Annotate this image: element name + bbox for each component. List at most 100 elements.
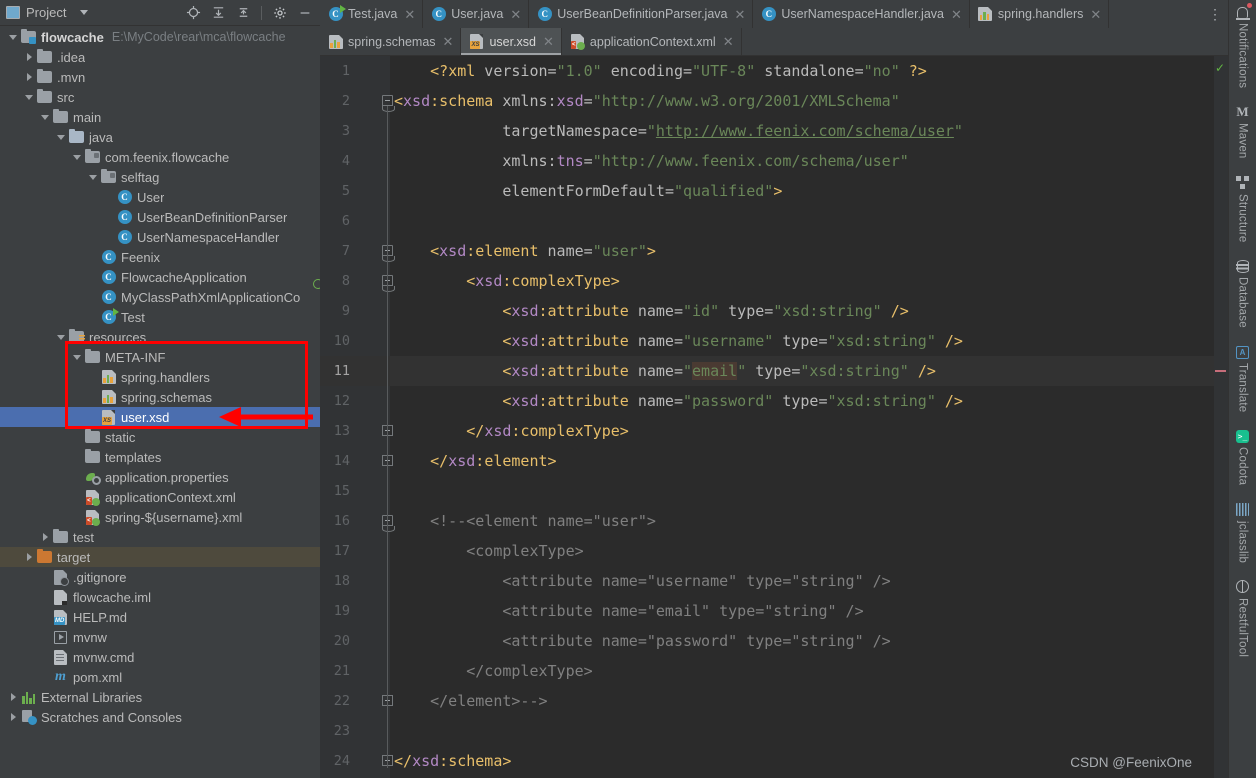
chevron-down-icon[interactable] [80,10,89,15]
close-icon[interactable]: ✕ [723,35,734,48]
tree-expander[interactable] [54,334,68,340]
tree-node-templates[interactable]: templates [0,447,320,467]
editor-tab-spring-schemas[interactable]: spring.schemas ✕ [320,28,462,55]
code-line[interactable] [390,476,1214,506]
line-number-gutter[interactable]: 1 2 3 4 5 6 7 8 9 10 11 12 13 14 15 16 17 18 19 20 21 22 23 24 [320,56,395,778]
tool-window-button-translate[interactable]: A Translate [1235,344,1251,412]
close-icon[interactable]: ✕ [735,8,746,21]
tree-node-myclasspathxmlapplicationco[interactable]: C MyClassPathXmlApplicationCo [0,287,320,307]
tree-node-mvnw-cmd[interactable]: mvnw.cmd [0,647,320,667]
tree-node-applicationcontext-xml[interactable]: < applicationContext.xml [0,487,320,507]
tree-node-flowcacheapplication[interactable]: C FlowcacheApplication [0,267,320,287]
locate-icon[interactable] [182,2,204,24]
tree-expander[interactable] [38,114,52,120]
tree-node-userbeandefinitionparser[interactable]: C UserBeanDefinitionParser [0,207,320,227]
tree-node-static[interactable]: static [0,427,320,447]
tree-node-spring-handlers[interactable]: spring.handlers [0,367,320,387]
editor-tab-spring-handlers[interactable]: spring.handlers ✕ [970,0,1110,28]
gear-icon[interactable] [269,2,291,24]
code-line[interactable]: <complexType> [390,536,1214,566]
tree-node--mvn[interactable]: .mvn [0,67,320,87]
minimize-icon[interactable] [294,2,316,24]
code-line[interactable]: <xsd:complexType> [390,266,1214,296]
close-icon[interactable]: ✕ [443,35,454,48]
tool-window-button-codota[interactable]: >_ Codota [1235,428,1251,486]
tree-node-application-properties[interactable]: application.properties [0,467,320,487]
tree-node-spring-schemas[interactable]: spring.schemas [0,387,320,407]
editor-tab-userbeandefinitionparser-java[interactable]: C UserBeanDefinitionParser.java ✕ [529,0,754,28]
code-line[interactable]: </complexType> [390,656,1214,686]
tree-expander[interactable] [22,94,36,100]
editor-tab-user-xsd[interactable]: XS user.xsd ✕ [461,28,562,55]
code-line[interactable] [390,206,1214,236]
tool-window-button-notifications[interactable]: Notifications [1235,3,1252,88]
tree-node-mvnw[interactable]: mvnw [0,627,320,647]
tree-node-target[interactable]: target [0,547,320,567]
tool-window-button-maven[interactable]: M Maven [1235,104,1251,159]
tree-node-user-xsd[interactable]: XS user.xsd [0,407,320,427]
tree-expander[interactable] [6,693,20,701]
tree-node-com-feenix-flowcache[interactable]: com.feenix.flowcache [0,147,320,167]
tree-node-java[interactable]: java [0,127,320,147]
tree-node-src[interactable]: src [0,87,320,107]
tool-window-button-database[interactable]: Database [1235,258,1251,328]
tree-node-user[interactable]: C User [0,187,320,207]
tool-window-button-restfultool[interactable]: RestfulTool [1235,579,1251,657]
tree-expander[interactable] [22,53,36,61]
close-icon[interactable]: ✕ [404,8,415,21]
tree-node-pom-xml[interactable]: m pom.xml [0,667,320,687]
code-line[interactable]: <attribute name="username" type="string"… [390,566,1214,596]
tree-node-meta-inf[interactable]: META-INF [0,347,320,367]
tree-node-external-libraries[interactable]: External Libraries [0,687,320,707]
tree-node--gitignore[interactable]: .gitignore [0,567,320,587]
tree-node-help-md[interactable]: MD HELP.md [0,607,320,627]
tree-node-test[interactable]: C Test [0,307,320,327]
close-icon[interactable]: ✕ [1090,8,1101,21]
tree-node-main[interactable]: main [0,107,320,127]
editor-tab-test-java[interactable]: C Test.java ✕ [320,0,424,28]
code-line[interactable]: <attribute name="email" type="string" /> [390,596,1214,626]
project-panel-title-group[interactable]: Project [6,5,89,20]
tree-expander[interactable] [22,73,36,81]
code-line[interactable]: </element>--> [390,686,1214,716]
inspection-ok-icon[interactable]: ✓ [1215,62,1225,74]
code-line[interactable]: <xsd:attribute name="id" type="xsd:strin… [390,296,1214,326]
tree-expander[interactable] [70,154,84,160]
code-line[interactable]: xmlns:tns="http://www.feenix.com/schema/… [390,146,1214,176]
code-line[interactable]: </xsd:element> [390,446,1214,476]
code-line[interactable]: targetNamespace="http://www.feenix.com/s… [390,116,1214,146]
code-line[interactable]: <!--<element name="user"> [390,506,1214,536]
tab-overflow-menu-icon[interactable]: ⋮ [1202,0,1228,28]
tool-window-button-structure[interactable]: Structure [1235,175,1251,242]
code-line[interactable]: <xsd:schema xmlns:xsd="http://www.w3.org… [390,86,1214,116]
tree-node-test[interactable]: test [0,527,320,547]
tree-node-resources[interactable]: resources [0,327,320,347]
code-line[interactable]: <?xml version="1.0" encoding="UTF-8" sta… [390,56,1214,86]
marker-bar[interactable]: ✓ [1214,56,1228,778]
code-line[interactable] [390,716,1214,746]
tree-expander[interactable] [38,533,52,541]
code-line[interactable]: <xsd:attribute name="password" type="xsd… [390,386,1214,416]
tree-expander[interactable] [86,174,100,180]
tree-expander[interactable] [70,354,84,360]
tree-node--idea[interactable]: .idea [0,47,320,67]
tree-node-feenix[interactable]: C Feenix [0,247,320,267]
project-tree[interactable]: flowcache E:\MyCode\rear\mca\flowcache .id… [0,26,320,778]
tree-node-flowcache[interactable]: flowcache E:\MyCode\rear\mca\flowcache [0,27,320,47]
tree-node-selftag[interactable]: selftag [0,167,320,187]
close-icon[interactable]: ✕ [543,35,554,48]
expand-all-icon[interactable] [207,2,229,24]
tree-node-usernamespacehandler[interactable]: C UserNamespaceHandler [0,227,320,247]
tool-window-button-jclasslib[interactable]: jclasslib [1235,502,1251,563]
tree-expander[interactable] [6,34,20,40]
close-icon[interactable]: ✕ [510,8,521,21]
close-icon[interactable]: ✕ [951,8,962,21]
code-line[interactable]: <attribute name="password" type="string"… [390,626,1214,656]
code-line[interactable]: <xsd:attribute name="email" type="xsd:st… [390,356,1214,386]
code-line[interactable]: <xsd:element name="user"> [390,236,1214,266]
code-line[interactable]: elementFormDefault="qualified"> [390,176,1214,206]
tree-expander[interactable] [54,134,68,140]
code-editor[interactable]: <?xml version="1.0" encoding="UTF-8" sta… [390,56,1214,778]
editor-tab-usernamespacehandler-java[interactable]: C UserNamespaceHandler.java ✕ [753,0,970,28]
editor-tab-user-java[interactable]: C User.java ✕ [423,0,530,28]
